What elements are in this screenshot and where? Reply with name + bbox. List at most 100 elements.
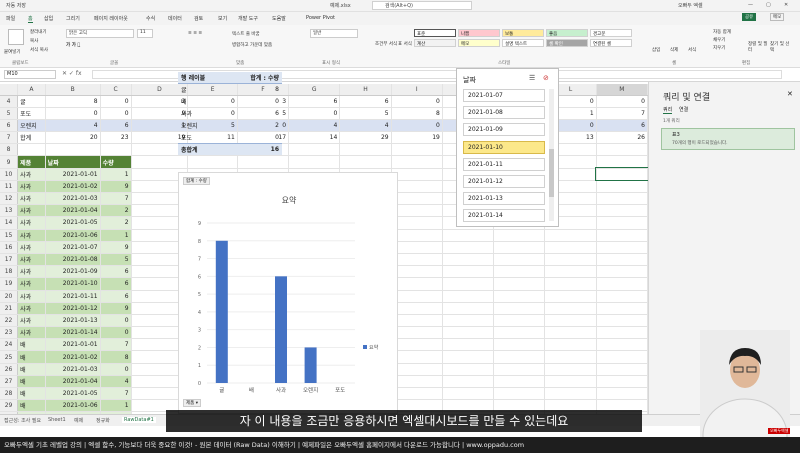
- cell[interactable]: [596, 229, 648, 242]
- row-header[interactable]: 20: [0, 290, 19, 303]
- cell[interactable]: [596, 277, 648, 291]
- cell-style-item[interactable]: 계산: [414, 39, 456, 47]
- row-header[interactable]: 27: [0, 375, 19, 389]
- cell[interactable]: 26: [596, 131, 648, 145]
- table-cell[interactable]: 사과: [17, 168, 46, 181]
- cell[interactable]: [544, 241, 597, 254]
- cell[interactable]: [544, 314, 597, 328]
- cell[interactable]: [544, 253, 597, 267]
- cell[interactable]: 6: [288, 95, 341, 108]
- table-cell[interactable]: 2021-01-06: [45, 399, 101, 413]
- cell[interactable]: [442, 375, 495, 389]
- cell[interactable]: [442, 241, 495, 254]
- table-cell[interactable]: 배: [17, 338, 46, 352]
- cell[interactable]: [596, 241, 648, 254]
- delete-cell-button[interactable]: 삭제: [670, 47, 678, 53]
- cell-style-item[interactable]: 나쁨: [458, 29, 500, 37]
- table-cell[interactable]: 2021-01-10: [45, 277, 101, 291]
- cell[interactable]: 6: [100, 119, 132, 133]
- table-cell[interactable]: 사과: [17, 326, 46, 340]
- slicer-item[interactable]: 2021-01-11: [463, 157, 545, 171]
- cell[interactable]: [493, 265, 546, 279]
- row-header[interactable]: 19: [0, 277, 19, 291]
- pivot-row[interactable]: 포도 0: [178, 131, 282, 143]
- slicer-item[interactable]: 2021-01-13: [463, 192, 545, 206]
- cell[interactable]: [493, 302, 546, 315]
- insert-cell-button[interactable]: 삽입: [652, 47, 660, 53]
- cell[interactable]: [596, 290, 648, 303]
- row-header[interactable]: 17: [0, 253, 19, 267]
- user-name[interactable]: 오빠두 엑셀: [678, 2, 703, 9]
- row-header[interactable]: 26: [0, 363, 19, 376]
- column-header[interactable]: M: [596, 84, 648, 96]
- cell[interactable]: 0: [391, 95, 443, 108]
- maximize-icon[interactable]: ▢: [766, 2, 771, 8]
- cell[interactable]: 6: [339, 95, 392, 108]
- column-header[interactable]: I: [391, 84, 443, 96]
- table-cell[interactable]: 0: [100, 363, 132, 376]
- query-item[interactable]: 표3 70개의 행이 로드되었습니다.: [661, 128, 795, 150]
- chart-bar[interactable]: [304, 347, 317, 383]
- table-cell[interactable]: 사과: [17, 314, 46, 328]
- column-header[interactable]: A: [17, 84, 46, 96]
- slicer-item[interactable]: 2021-01-14: [463, 209, 545, 223]
- cell[interactable]: 0: [596, 95, 648, 108]
- row-header[interactable]: 8: [0, 143, 19, 157]
- cell[interactable]: [339, 143, 392, 157]
- cell[interactable]: [596, 350, 648, 364]
- cell[interactable]: 19: [391, 131, 443, 145]
- cell[interactable]: [596, 265, 648, 279]
- row-header[interactable]: 6: [0, 119, 19, 133]
- table-cell[interactable]: 4: [100, 375, 132, 389]
- menu-tab[interactable]: 수식: [146, 15, 155, 22]
- bold-button[interactable]: 가 가 가̲: [66, 42, 80, 48]
- row-header[interactable]: 24: [0, 338, 19, 352]
- cell[interactable]: 0: [100, 107, 132, 120]
- fx-icon[interactable]: ✕ ✓ fx: [62, 70, 82, 77]
- pivot-row[interactable]: 행 레이블 합계 : 수량: [178, 72, 282, 84]
- row-header[interactable]: 29: [0, 399, 19, 413]
- table-cell[interactable]: 사과: [17, 241, 46, 254]
- cell-style-item[interactable]: 연결된 셀: [590, 39, 632, 47]
- format-as-table-button[interactable]: 표 서식: [398, 41, 412, 47]
- cell[interactable]: [493, 241, 546, 254]
- share-button[interactable]: 공유: [742, 13, 757, 21]
- table-cell[interactable]: 2021-01-02: [45, 180, 101, 194]
- table-cell[interactable]: 배: [17, 387, 46, 401]
- cell[interactable]: [544, 229, 597, 242]
- cell[interactable]: [596, 326, 648, 340]
- cell[interactable]: 29: [339, 131, 392, 145]
- table-header[interactable]: 제품: [17, 155, 46, 169]
- cell[interactable]: [596, 204, 648, 218]
- merge-center-button[interactable]: 병합하고 가운데 맞춤: [232, 42, 272, 48]
- status-accessibility[interactable]: 접근성: 조사 필요: [4, 417, 41, 424]
- cell[interactable]: [596, 363, 648, 376]
- cell[interactable]: [493, 338, 546, 352]
- menu-tab[interactable]: 도움말: [272, 15, 286, 22]
- cell[interactable]: [493, 314, 546, 328]
- wrap-text-button[interactable]: 텍스트 줄 바꿈: [232, 31, 260, 37]
- row-header[interactable]: 7: [0, 131, 19, 145]
- row-header[interactable]: 25: [0, 350, 19, 364]
- cell[interactable]: [493, 350, 546, 364]
- cell[interactable]: 8: [391, 107, 443, 120]
- format-painter-button[interactable]: 서식 복사: [30, 47, 48, 53]
- table-cell[interactable]: 0: [100, 326, 132, 340]
- cell[interactable]: [493, 326, 546, 340]
- format-cell-button[interactable]: 서식: [688, 47, 696, 53]
- row-header[interactable]: 15: [0, 229, 19, 242]
- menu-tab[interactable]: Power Pivot: [306, 15, 335, 21]
- table-cell[interactable]: 사과: [17, 180, 46, 194]
- cell[interactable]: 8: [45, 95, 101, 108]
- search-box[interactable]: 검색(Alt+Q): [372, 1, 472, 10]
- table-cell[interactable]: 배: [17, 363, 46, 376]
- row-header[interactable]: 10: [0, 168, 19, 181]
- cell[interactable]: 오렌지: [17, 119, 46, 133]
- table-cell[interactable]: 2: [100, 204, 132, 218]
- column-header[interactable]: G: [288, 84, 341, 96]
- clear-filter-icon[interactable]: ⊘: [543, 74, 549, 82]
- pivot-row[interactable]: 배0: [178, 96, 282, 108]
- row-header[interactable]: 13: [0, 204, 19, 218]
- row-header[interactable]: 4: [0, 95, 19, 108]
- cell-style-item[interactable]: 표준: [414, 29, 456, 37]
